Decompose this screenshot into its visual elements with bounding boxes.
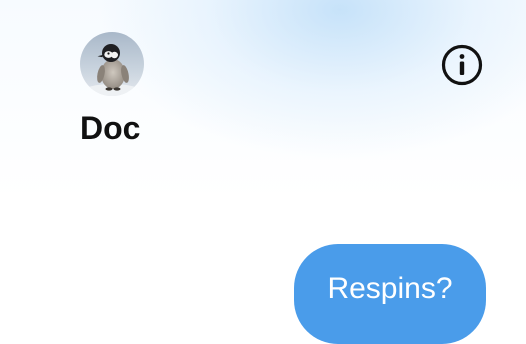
penguin-avatar-image xyxy=(80,32,144,96)
conversation-header: Doc xyxy=(0,0,526,170)
info-button[interactable] xyxy=(440,43,484,87)
message-bubble-outgoing[interactable]: Respins? xyxy=(294,244,486,344)
contact-avatar[interactable] xyxy=(80,32,144,96)
info-icon xyxy=(441,44,483,86)
contact-name[interactable]: Doc xyxy=(80,108,140,148)
message-text: Respins? xyxy=(327,272,453,305)
